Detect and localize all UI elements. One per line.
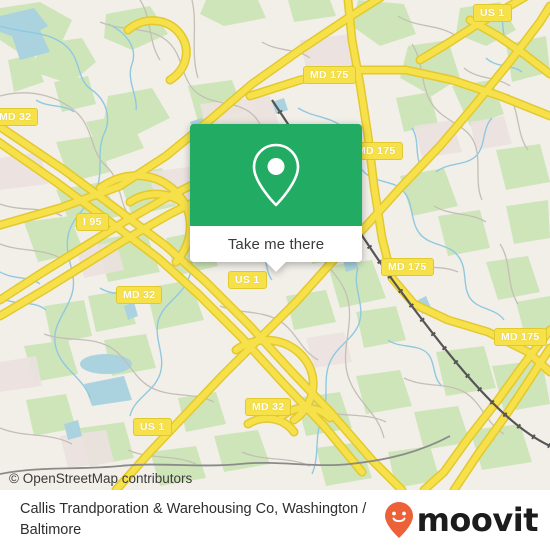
moovit-place-map-screenshot: US 1 MD 175 MD 32 MD 175 I 95 MD 175 US …: [0, 0, 550, 550]
take-me-there-label: Take me there: [227, 235, 325, 253]
road-shield-us1-bottom: US 1: [133, 418, 172, 436]
place-name-title: Callis Trandporation & Warehousing Co, W…: [20, 501, 367, 538]
place-card-action[interactable]: Take me there: [190, 226, 362, 272]
moovit-wordmark: moovit: [416, 501, 539, 539]
osm-attribution-text[interactable]: © OpenStreetMap contributors: [9, 471, 192, 486]
map-pin-icon: [252, 143, 300, 207]
road-shield-md32-bottom: MD 32: [245, 398, 292, 416]
card-pointer-tail: [265, 261, 287, 272]
road-shield-us1-top: US 1: [473, 4, 512, 22]
road-shield-md175-top: MD 175: [303, 66, 356, 84]
moovit-logo[interactable]: moovit: [384, 501, 539, 539]
map-canvas[interactable]: US 1 MD 175 MD 32 MD 175 I 95 MD 175 US …: [0, 0, 550, 490]
road-shield-i95: I 95: [76, 213, 109, 231]
place-popup-card[interactable]: Take me there: [190, 124, 362, 272]
road-shield-us1-center: US 1: [228, 271, 267, 289]
footer-bar: Callis Trandporation & Warehousing Co, W…: [0, 490, 550, 550]
road-shield-md175-right: MD 175: [494, 328, 547, 346]
place-card-header: [190, 124, 362, 226]
road-shield-md32-left-lower: MD 32: [116, 286, 163, 304]
road-shield-md175-mid: MD 175: [381, 258, 434, 276]
moovit-pin-icon: [384, 502, 413, 538]
road-shield-md32-left: MD 32: [0, 108, 39, 126]
